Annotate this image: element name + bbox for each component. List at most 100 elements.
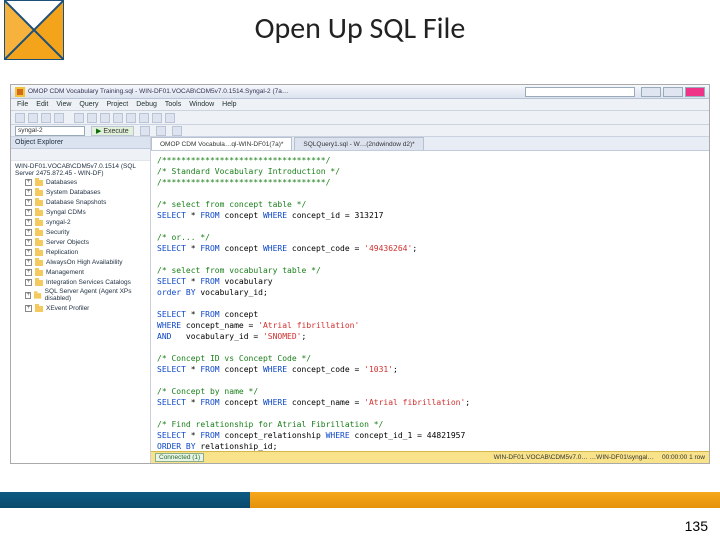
tree-node-label: syngal-2: [46, 219, 71, 226]
tree-node[interactable]: + Databases: [25, 177, 148, 187]
tool-button[interactable]: [139, 113, 149, 123]
folder-icon: [35, 188, 43, 196]
ssms-window: OMOP CDM Vocabulary Training.sql - WIN-D…: [10, 84, 710, 464]
server-node[interactable]: WIN-DF01.VOCAB\CDM5v7.0.1514 (SQL Server…: [11, 161, 150, 315]
tree-node[interactable]: +Security: [25, 227, 148, 237]
tab-inactive[interactable]: SQLQuery1.sql - W…(2ndwindow d2)*: [294, 137, 423, 150]
folder-icon: [35, 178, 43, 186]
minimize-button[interactable]: [641, 87, 661, 97]
expand-icon[interactable]: +: [25, 279, 32, 286]
tree-node-label: Databases: [46, 179, 77, 186]
connection-status: Connected (1): [155, 453, 204, 462]
tree-node[interactable]: +Database Snapshots: [25, 197, 148, 207]
tree-node[interactable]: +SQL Server Agent (Agent XPs disabled): [25, 287, 148, 303]
menu-item[interactable]: Project: [106, 101, 128, 108]
new-query-button[interactable]: [15, 113, 25, 123]
expand-icon[interactable]: +: [25, 305, 32, 312]
tool-button[interactable]: [126, 113, 136, 123]
tool-button[interactable]: [165, 113, 175, 123]
slide: Open Up SQL File OMOP CDM Vocabulary Tra…: [0, 0, 720, 540]
status-server: WIN-DF01.VOCAB\CDM5v7.0… …WIN-DF01\synga…: [494, 454, 654, 461]
tree-node[interactable]: +Integration Services Catalogs: [25, 277, 148, 287]
tool-button[interactable]: [113, 113, 123, 123]
tree-node[interactable]: + Replication: [25, 247, 148, 257]
close-button[interactable]: [685, 87, 705, 97]
save-all-button[interactable]: [54, 113, 64, 123]
tool-button[interactable]: [87, 113, 97, 123]
expand-icon[interactable]: +: [25, 219, 32, 226]
expand-icon[interactable]: +: [25, 199, 32, 206]
folder-icon: [35, 238, 43, 246]
status-bar: Connected (1) WIN-DF01.VOCAB\CDM5v7.0… ……: [151, 451, 709, 463]
tab-active[interactable]: OMOP CDM Vocabula…ql-WIN-DF01(7a)*: [151, 137, 292, 150]
window-titlebar[interactable]: OMOP CDM Vocabulary Training.sql - WIN-D…: [11, 85, 709, 99]
tree-node-label: AlwaysOn High Availability: [46, 259, 122, 266]
menu-item[interactable]: Debug: [136, 101, 157, 108]
parse-button[interactable]: [172, 126, 182, 136]
execute-button[interactable]: ▶ Execute: [91, 126, 134, 136]
tree-node-label: Replication: [46, 249, 78, 256]
maximize-button[interactable]: [663, 87, 683, 97]
tree-node[interactable]: + Syngal CDMs: [25, 207, 148, 217]
window-title-text: OMOP CDM Vocabulary Training.sql - WIN-D…: [28, 88, 288, 95]
slide-title: Open Up SQL File: [0, 10, 720, 47]
tree-node[interactable]: + System Databases: [25, 187, 148, 197]
folder-icon: [35, 228, 43, 236]
expand-icon[interactable]: +: [25, 209, 32, 216]
tool-button[interactable]: [152, 113, 162, 123]
tree-node-label: System Databases: [46, 189, 101, 196]
query-toolbar[interactable]: syngal-2 ▶ Execute: [11, 125, 709, 137]
database-selector[interactable]: syngal-2: [15, 126, 85, 136]
editor-tabs[interactable]: OMOP CDM Vocabula…ql-WIN-DF01(7a)* SQLQu…: [151, 137, 709, 151]
folder-icon: [34, 291, 41, 299]
tree-node[interactable]: + Management: [25, 267, 148, 277]
folder-icon: [35, 248, 43, 256]
menu-item[interactable]: View: [56, 101, 71, 108]
tree-node[interactable]: + Server Objects: [25, 237, 148, 247]
menu-item[interactable]: Query: [79, 101, 98, 108]
expand-icon[interactable]: +: [25, 179, 32, 186]
folder-icon: [35, 268, 43, 276]
open-button[interactable]: [28, 113, 38, 123]
menu-bar[interactable]: File Edit View Query Project Debug Tools…: [11, 99, 709, 111]
tree-node-label: XEvent Profiler: [46, 305, 89, 312]
folder-icon: [35, 208, 43, 216]
menu-item[interactable]: Edit: [36, 101, 48, 108]
expand-icon[interactable]: +: [25, 292, 31, 299]
expand-icon[interactable]: +: [25, 189, 32, 196]
menu-item[interactable]: File: [17, 101, 28, 108]
footer-bar: [0, 492, 720, 508]
tree-node-label: Server Objects: [46, 239, 89, 246]
folder-icon: [35, 304, 43, 312]
menu-item[interactable]: Help: [222, 101, 236, 108]
status-right: 00:00:00 1 row: [662, 454, 705, 461]
debug-button[interactable]: [140, 126, 150, 136]
sql-editor: OMOP CDM Vocabula…ql-WIN-DF01(7a)* SQLQu…: [151, 137, 709, 463]
menu-item[interactable]: Window: [189, 101, 214, 108]
folder-icon: [35, 198, 43, 206]
folder-icon: [35, 278, 43, 286]
expand-icon[interactable]: +: [25, 269, 32, 276]
object-explorer[interactable]: Object Explorer WIN-DF01.VOCAB\CDM5v7.0.…: [11, 137, 151, 463]
object-explorer-toolbar[interactable]: [11, 149, 150, 161]
quick-launch-input[interactable]: [525, 87, 635, 97]
tree-node-label: Syngal CDMs: [46, 209, 86, 216]
folder-icon: [35, 258, 43, 266]
ssms-icon: [15, 87, 25, 97]
main-toolbar[interactable]: [11, 111, 709, 125]
tree-node[interactable]: + syngal-2: [25, 217, 148, 227]
expand-icon[interactable]: +: [25, 239, 32, 246]
tool-button[interactable]: [100, 113, 110, 123]
tree-node[interactable]: + AlwaysOn High Availability: [25, 257, 148, 267]
tool-button[interactable]: [74, 113, 84, 123]
stop-button[interactable]: [156, 126, 166, 136]
menu-item[interactable]: Tools: [165, 101, 181, 108]
code-area[interactable]: /**********************************/ /* …: [151, 151, 709, 451]
save-button[interactable]: [41, 113, 51, 123]
tree-node-label: Management: [46, 269, 84, 276]
expand-icon[interactable]: +: [25, 229, 32, 236]
object-explorer-header: Object Explorer: [11, 137, 150, 149]
expand-icon[interactable]: +: [25, 259, 32, 266]
expand-icon[interactable]: +: [25, 249, 32, 256]
tree-node[interactable]: + XEvent Profiler: [25, 303, 148, 313]
